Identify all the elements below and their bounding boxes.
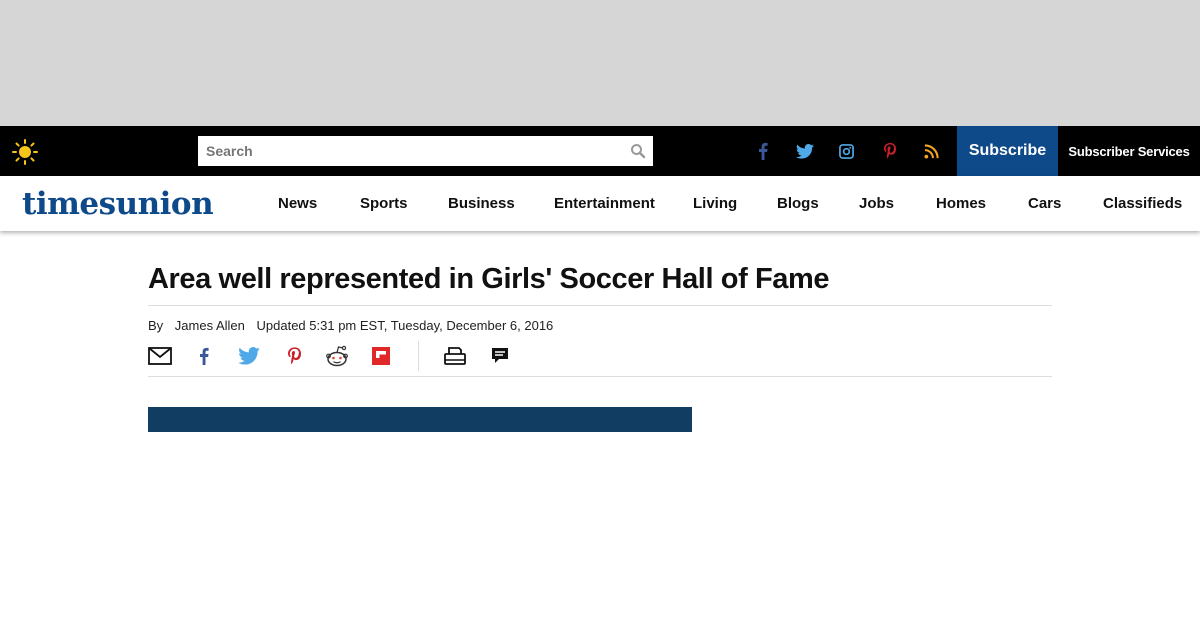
nav-item-cars[interactable]: Cars (1028, 176, 1061, 231)
author-name[interactable]: James Allen (175, 318, 245, 333)
comment-icon[interactable] (487, 343, 513, 369)
facebook-icon[interactable] (751, 126, 775, 176)
search-box (198, 136, 653, 166)
ad-banner (0, 0, 1200, 126)
nav-item-blogs[interactable]: Blogs (777, 176, 819, 231)
share-divider (418, 341, 419, 371)
nav-item-homes[interactable]: Homes (936, 176, 986, 231)
nav-item-classifieds[interactable]: Classifieds (1103, 176, 1182, 231)
article-headline: Area well represented in Girls' Soccer H… (148, 263, 830, 295)
nav-item-business[interactable]: Business (448, 176, 515, 231)
flipboard-icon[interactable] (368, 343, 394, 369)
updated-timestamp: Updated 5:31 pm EST, Tuesday, December 6… (256, 318, 554, 333)
search-input[interactable] (198, 136, 618, 166)
twitter-icon[interactable] (793, 126, 817, 176)
instagram-icon[interactable] (834, 126, 858, 176)
email-icon[interactable] (147, 343, 173, 369)
headline-divider (148, 305, 1052, 306)
nav-item-news[interactable]: News (278, 176, 317, 231)
nav-item-jobs[interactable]: Jobs (859, 176, 894, 231)
nav-item-living[interactable]: Living (693, 176, 737, 231)
nav-item-sports[interactable]: Sports (360, 176, 408, 231)
subscribe-button[interactable]: Subscribe (957, 126, 1058, 176)
pinterest-icon[interactable] (878, 126, 902, 176)
nav-item-entertainment[interactable]: Entertainment (554, 176, 655, 231)
subscriber-services-link[interactable]: Subscriber Services (1058, 126, 1200, 176)
twitter-icon[interactable] (236, 343, 262, 369)
search-icon[interactable] (630, 143, 646, 159)
site-logo[interactable]: timesunion (22, 186, 214, 222)
share-bar-divider (148, 376, 1052, 377)
pinterest-icon[interactable] (281, 343, 307, 369)
rss-icon[interactable] (919, 126, 943, 176)
byline: By James Allen Updated 5:31 pm EST, Tues… (148, 318, 561, 334)
print-icon[interactable] (442, 343, 468, 369)
reddit-icon[interactable] (324, 343, 350, 369)
facebook-icon[interactable] (191, 343, 217, 369)
byline-prefix: By (148, 318, 164, 333)
article-media-bar (148, 407, 692, 432)
sun-icon[interactable] (12, 139, 38, 165)
